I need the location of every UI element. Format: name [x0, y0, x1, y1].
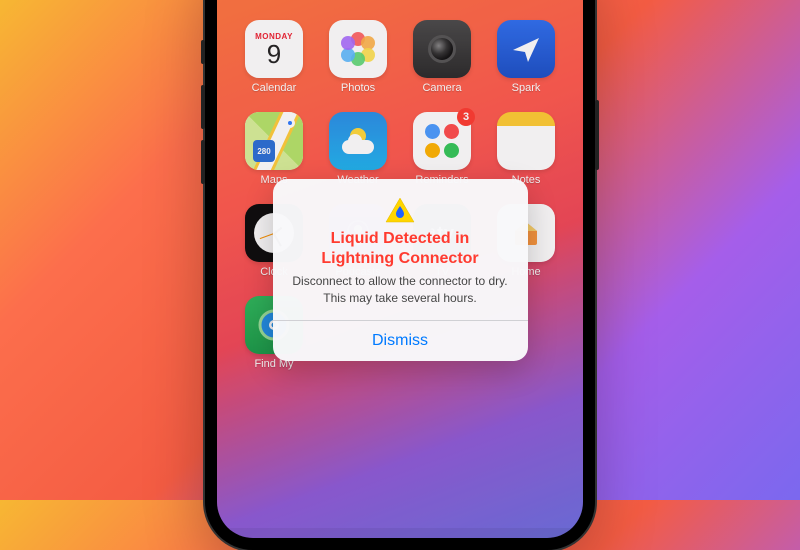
volume-down-button — [201, 140, 205, 184]
mute-switch — [201, 40, 205, 64]
dismiss-button[interactable]: Dismiss — [273, 321, 528, 361]
liquid-warning-icon — [289, 197, 512, 223]
alert-title: Liquid Detected in Lightning Connector — [289, 229, 512, 269]
alert-message: Disconnect to allow the connector to dry… — [289, 273, 512, 305]
phone-screen: 12:44 MONDAY 9 Calendar — [217, 0, 583, 538]
iphone-frame: 12:44 MONDAY 9 Calendar — [205, 0, 595, 550]
power-button — [595, 100, 599, 170]
volume-up-button — [201, 85, 205, 129]
liquid-detected-alert: Liquid Detected in Lightning Connector D… — [273, 179, 528, 360]
alert-backdrop: Liquid Detected in Lightning Connector D… — [217, 0, 583, 538]
